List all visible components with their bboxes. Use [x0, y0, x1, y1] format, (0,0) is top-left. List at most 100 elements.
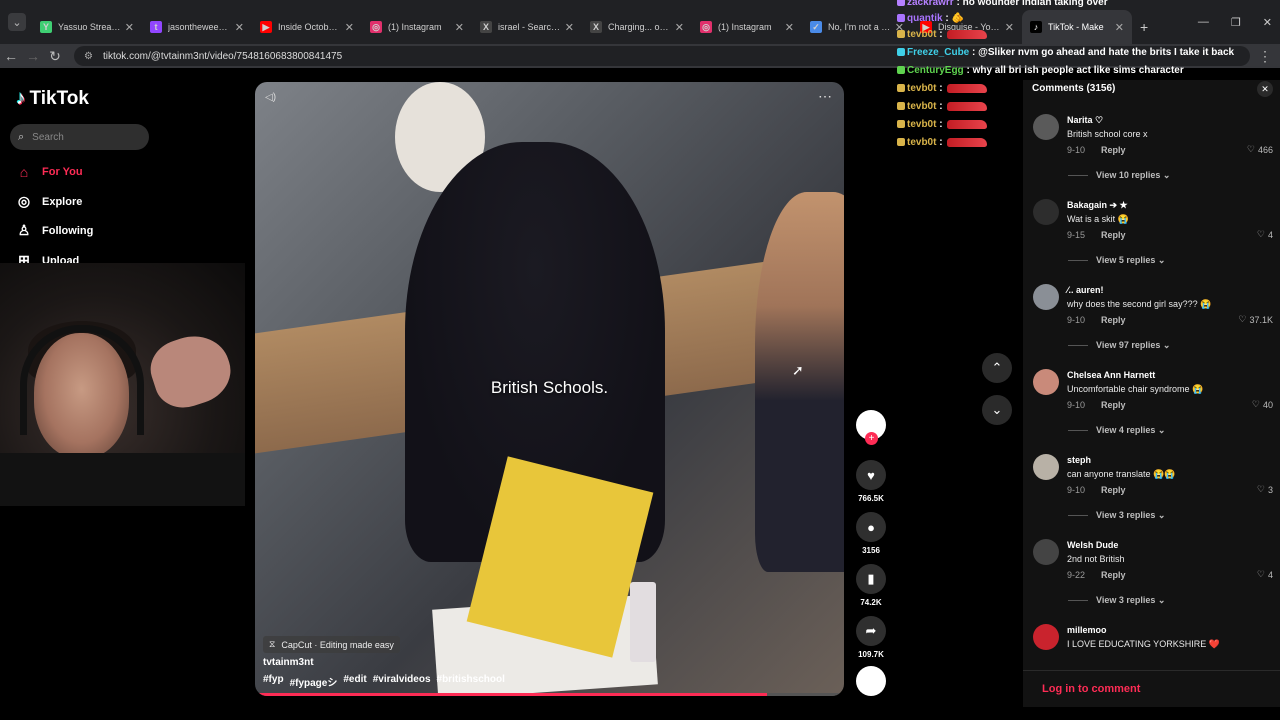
url-field[interactable]: ⚙ tiktok.com/@tvtainm3nt/video/754816068… — [74, 46, 1250, 66]
commenter-name[interactable]: steph — [1067, 455, 1091, 465]
nav-explore[interactable]: ◎ Explore — [16, 193, 82, 210]
back-icon[interactable]: ← — [0, 48, 22, 64]
nav-following[interactable]: ♙ Following — [16, 222, 94, 239]
reply-button[interactable]: Reply — [1101, 655, 1126, 656]
reply-button[interactable]: Reply — [1101, 230, 1126, 240]
tab-close-icon[interactable]: ✕ — [1005, 21, 1014, 34]
reply-button[interactable]: Reply — [1101, 315, 1126, 325]
commenter-name[interactable]: millemoo — [1067, 625, 1107, 635]
view-replies-button[interactable]: View 3 replies ⌄ — [1096, 595, 1165, 606]
commenter-avatar[interactable] — [1033, 369, 1059, 395]
reply-button[interactable]: Reply — [1101, 570, 1126, 580]
browser-tab[interactable]: ▶ Inside October 7th ✕ — [252, 10, 362, 44]
commenter-avatar[interactable] — [1033, 284, 1059, 310]
tab-search-button[interactable]: ⌄ — [8, 13, 26, 31]
browser-tab[interactable]: ◎ (1) Instagram ✕ — [692, 10, 802, 44]
tiktok-logo[interactable]: ♪ TikTok — [16, 88, 89, 110]
next-video-button[interactable]: ⌄ — [982, 395, 1012, 425]
browser-tab[interactable]: ♪ TikTok - Make ✕ — [1022, 10, 1132, 44]
menu-kebab-icon[interactable]: ⋮ — [1250, 48, 1280, 65]
like-button[interactable]: ♥ 766.5K — [856, 460, 886, 503]
commenter-avatar[interactable] — [1033, 539, 1059, 565]
comment-like-button[interactable]: ♡ 37.1K — [1238, 314, 1273, 325]
comment-like-button[interactable]: ♡ 4 — [1257, 569, 1273, 580]
commenter-avatar[interactable] — [1033, 199, 1059, 225]
video-username[interactable]: tvtainm3nt — [263, 657, 314, 668]
reload-icon[interactable]: ↻ — [44, 48, 66, 65]
search-input[interactable]: ⌕ Search — [10, 124, 149, 150]
comment-like-button[interactable]: ♡ 466 — [1247, 144, 1273, 155]
reply-button[interactable]: Reply — [1101, 485, 1126, 495]
tab-close-icon[interactable]: ✕ — [785, 21, 794, 34]
video-player[interactable]: ◁) ⋯ British Schools. ⧖ CapCut · Editing… — [255, 82, 844, 696]
hashtag-link[interactable]: #edit — [343, 674, 366, 689]
save-button[interactable]: ▮ 74.2K — [856, 564, 886, 607]
minimize-icon[interactable]: — — [1198, 16, 1209, 29]
reply-button[interactable]: Reply — [1101, 145, 1126, 155]
heart-outline-icon: ♡ — [1256, 569, 1265, 579]
view-replies-button[interactable]: View 97 replies ⌄ — [1096, 340, 1170, 351]
comment-like-button[interactable]: ♡ 3 — [1257, 484, 1273, 495]
new-tab-button[interactable]: + — [1140, 19, 1148, 35]
commenter-name[interactable]: Chelsea Ann Harnett — [1067, 370, 1155, 380]
share-button[interactable]: ➦ 109.7K — [856, 616, 886, 659]
music-disc[interactable] — [856, 666, 886, 696]
hashtag-link[interactable]: #britishschool — [437, 674, 505, 689]
commenter-avatar[interactable] — [1033, 624, 1059, 650]
tab-title: (1) Instagram — [718, 22, 772, 32]
tab-close-icon[interactable]: ✕ — [235, 21, 244, 34]
view-replies-button[interactable]: View 10 replies ⌄ — [1096, 170, 1170, 181]
commenter-name[interactable]: ⁄.. auren! — [1067, 285, 1104, 295]
nav-for-you[interactable]: ⌂ For You — [16, 164, 83, 180]
capcut-badge[interactable]: ⧖ CapCut · Editing made easy — [263, 636, 400, 653]
mute-icon[interactable]: ◁) — [265, 92, 276, 103]
site-info-icon[interactable]: ⚙ — [84, 51, 93, 62]
tab-close-icon[interactable]: ✕ — [565, 21, 574, 34]
view-replies-button[interactable]: View 3 replies ⌄ — [1096, 510, 1165, 521]
tab-close-icon[interactable]: ✕ — [345, 21, 354, 34]
follow-plus-icon[interactable]: + — [865, 432, 878, 445]
tab-close-icon[interactable]: ✕ — [125, 21, 134, 34]
tab-close-icon[interactable]: ✕ — [1115, 21, 1124, 34]
commenter-name[interactable]: Welsh Dude — [1067, 540, 1118, 550]
view-replies-label: View 97 replies — [1096, 340, 1161, 350]
more-options-icon[interactable]: ⋯ — [818, 88, 832, 105]
hashtag-list: #fyp #fypageシ #edit #viralvideos #britishsch… — [263, 674, 505, 689]
comment-button[interactable]: ● 3156 — [856, 512, 886, 555]
video-progress-bar[interactable] — [255, 693, 844, 696]
close-comments-button[interactable]: ✕ — [1257, 81, 1273, 97]
tab-close-icon[interactable]: ✕ — [455, 21, 464, 34]
login-to-comment-link[interactable]: Log in to comment — [1023, 670, 1280, 707]
hashtag-link[interactable]: #fypageシ — [290, 674, 338, 689]
chat-username: tevb0t — [907, 101, 937, 112]
view-replies-button[interactable]: View 5 replies ⌄ — [1096, 255, 1165, 266]
browser-tab[interactable]: Y Yassuo Stream - W ✕ — [32, 10, 142, 44]
forward-icon[interactable]: → — [22, 48, 44, 64]
commenter-avatar[interactable] — [1033, 114, 1059, 140]
tab-close-icon[interactable]: ✕ — [895, 21, 904, 34]
commenter-avatar[interactable] — [1033, 454, 1059, 480]
commenter-name[interactable]: Narita ♡ — [1067, 115, 1103, 126]
restore-icon[interactable]: ❐ — [1231, 16, 1241, 29]
comment-text: can anyone translate 😭😭 — [1067, 469, 1176, 479]
tab-close-icon[interactable]: ✕ — [675, 21, 684, 34]
hashtag-link[interactable]: #viralvideos — [373, 674, 431, 689]
view-replies-button[interactable]: View 4 replies ⌄ — [1096, 425, 1165, 436]
browser-tab[interactable]: ✓ No, I'm not a Hum ✕ — [802, 10, 912, 44]
browser-tab[interactable]: t jasontheween - Tw ✕ — [142, 10, 252, 44]
browser-tab[interactable]: ▶ Disguise - YouTub ✕ — [912, 10, 1022, 44]
view-replies-label: View 3 replies — [1096, 595, 1156, 605]
reply-button[interactable]: Reply — [1101, 400, 1126, 410]
capcut-icon: ⧖ — [269, 639, 276, 649]
heart-icon: ♥ — [856, 460, 886, 490]
hashtag-link[interactable]: #fyp — [263, 674, 284, 689]
previous-video-button[interactable]: ⌃ — [982, 353, 1012, 383]
browser-tab[interactable]: X Charging... on X ✕ — [582, 10, 692, 44]
browser-tab[interactable]: ◎ (1) Instagram ✕ — [362, 10, 472, 44]
tab-title: Charging... on X — [608, 22, 671, 32]
comment-like-button[interactable]: ♡ 40 — [1252, 399, 1273, 410]
browser-tab[interactable]: Xisrael - Search / X ✕ — [472, 10, 582, 44]
commenter-name[interactable]: Bakagain ➔ ★ — [1067, 200, 1128, 211]
close-window-icon[interactable]: ✕ — [1263, 16, 1272, 29]
comment-like-button[interactable]: ♡ 4 — [1257, 229, 1273, 240]
